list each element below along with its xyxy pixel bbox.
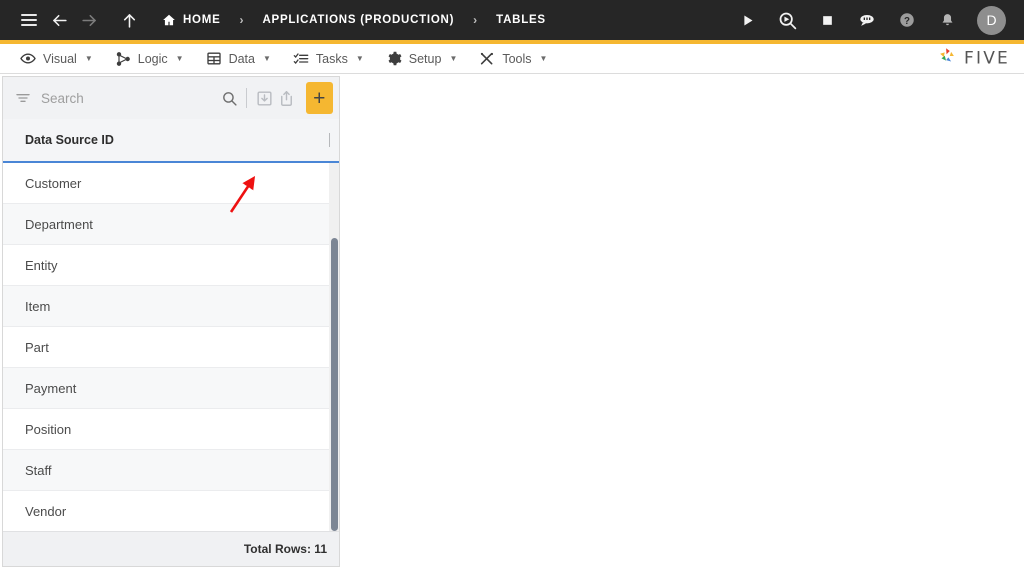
menu-label-visual: Visual bbox=[43, 51, 77, 66]
breadcrumb-separator: › bbox=[239, 13, 244, 27]
notifications-bell-icon[interactable] bbox=[935, 8, 959, 32]
breadcrumb-label-home: HOME bbox=[183, 14, 221, 26]
content-area: + Data Source ID Customer Department Ent… bbox=[0, 74, 1024, 569]
cell-data-source-id: Part bbox=[25, 339, 49, 355]
nodes-icon bbox=[115, 51, 131, 67]
arrow-up-icon[interactable] bbox=[114, 5, 144, 35]
tools-icon bbox=[479, 51, 495, 67]
cell-data-source-id: Position bbox=[25, 421, 72, 437]
checklist-icon bbox=[293, 51, 309, 67]
debug-icon[interactable] bbox=[775, 8, 799, 32]
breadcrumb-item-home[interactable]: HOME bbox=[160, 13, 223, 27]
table-column-header[interactable]: Data Source ID bbox=[3, 119, 339, 163]
menu-label-data: Data bbox=[228, 51, 255, 66]
table-row[interactable]: Entity bbox=[3, 245, 339, 286]
brand-logo: FIVE bbox=[936, 45, 1010, 72]
menu-item-setup[interactable]: Setup ▼ bbox=[378, 44, 472, 73]
cell-data-source-id: Entity bbox=[25, 257, 58, 273]
cell-data-source-id: Department bbox=[25, 216, 93, 232]
total-rows-label: Total Rows: 11 bbox=[243, 542, 327, 556]
chevron-down-icon: ▼ bbox=[355, 54, 364, 63]
breadcrumb: HOME › APPLICATIONS (PRODUCTION) › TABLE… bbox=[160, 13, 548, 27]
search-input[interactable] bbox=[31, 90, 218, 106]
avatar[interactable]: D bbox=[977, 5, 1006, 35]
table-row[interactable]: Staff bbox=[3, 450, 339, 491]
top-nav-controls: HOME › APPLICATIONS (PRODUCTION) › TABLE… bbox=[14, 5, 548, 35]
data-sources-panel: + Data Source ID Customer Department Ent… bbox=[2, 76, 340, 567]
menu-item-data[interactable]: Data ▼ bbox=[198, 44, 285, 73]
cell-data-source-id: Vendor bbox=[25, 503, 67, 519]
help-icon[interactable]: ? bbox=[895, 8, 919, 32]
arrow-left-icon[interactable] bbox=[44, 5, 74, 35]
filter-icon[interactable] bbox=[15, 89, 31, 107]
export-icon[interactable] bbox=[275, 85, 297, 111]
menu-item-visual[interactable]: Visual ▼ bbox=[12, 44, 107, 73]
table-row[interactable]: Position bbox=[3, 409, 339, 450]
cell-data-source-id: Staff bbox=[25, 462, 52, 478]
menu-label-logic: Logic bbox=[137, 51, 168, 66]
breadcrumb-item-applications[interactable]: APPLICATIONS (PRODUCTION) bbox=[261, 14, 457, 26]
home-icon bbox=[162, 13, 176, 27]
cell-data-source-id: Item bbox=[25, 298, 51, 314]
menu-label-tasks: Tasks bbox=[315, 51, 348, 66]
brand-name: FIVE bbox=[964, 48, 1010, 69]
main-menu-bar: Visual ▼ Logic ▼ Data ▼ Tasks ▼ Setup ▼ bbox=[0, 44, 1024, 74]
stop-icon[interactable] bbox=[815, 8, 839, 32]
menu-label-setup: Setup bbox=[408, 51, 442, 66]
breadcrumb-label-applications: APPLICATIONS (PRODUCTION) bbox=[262, 14, 455, 26]
cell-data-source-id: Customer bbox=[25, 175, 82, 191]
run-icon[interactable] bbox=[735, 8, 759, 32]
vertical-scrollbar[interactable] bbox=[329, 163, 339, 531]
toolbar-divider bbox=[246, 88, 248, 108]
import-icon[interactable] bbox=[253, 85, 275, 111]
scrollbar-thumb[interactable] bbox=[331, 238, 338, 531]
table-row[interactable]: Department bbox=[3, 204, 339, 245]
table-row[interactable]: Vendor bbox=[3, 491, 339, 531]
chat-bot-icon[interactable] bbox=[855, 8, 879, 32]
table-row[interactable]: Item bbox=[3, 286, 339, 327]
gear-icon bbox=[386, 51, 402, 67]
chevron-down-icon: ▼ bbox=[449, 54, 458, 63]
add-button[interactable]: + bbox=[305, 82, 333, 114]
chevron-down-icon: ▼ bbox=[175, 54, 184, 63]
arrow-right-icon[interactable] bbox=[74, 5, 104, 35]
cell-data-source-id: Payment bbox=[25, 380, 77, 396]
top-navigation-bar: HOME › APPLICATIONS (PRODUCTION) › TABLE… bbox=[0, 0, 1024, 40]
table-footer: Total Rows: 11 bbox=[3, 531, 339, 566]
list-toolbar: + bbox=[3, 77, 339, 119]
top-nav-actions: ? D bbox=[735, 5, 1012, 35]
column-header-label: Data Source ID bbox=[25, 133, 114, 147]
five-pinwheel-icon bbox=[936, 45, 958, 72]
table-body: Customer Department Entity Item Part Pay… bbox=[3, 163, 339, 531]
table-grid-icon bbox=[206, 51, 222, 67]
table-row[interactable]: Part bbox=[3, 327, 339, 368]
chevron-down-icon: ▼ bbox=[84, 54, 93, 63]
menu-item-tasks[interactable]: Tasks ▼ bbox=[285, 44, 378, 73]
eye-icon bbox=[20, 51, 36, 67]
hamburger-icon[interactable] bbox=[14, 5, 44, 35]
breadcrumb-item-tables[interactable]: TABLES bbox=[494, 14, 548, 26]
menu-label-tools: Tools bbox=[502, 51, 532, 66]
table-row[interactable]: Payment bbox=[3, 368, 339, 409]
magnifier-icon[interactable] bbox=[218, 85, 240, 111]
breadcrumb-label-tables: TABLES bbox=[496, 14, 546, 26]
breadcrumb-separator: › bbox=[473, 13, 478, 27]
menu-item-tools[interactable]: Tools ▼ bbox=[471, 44, 561, 73]
svg-text:?: ? bbox=[904, 16, 910, 27]
column-resize-handle[interactable] bbox=[329, 133, 330, 147]
chevron-down-icon: ▼ bbox=[262, 54, 271, 63]
chevron-down-icon: ▼ bbox=[539, 54, 548, 63]
table-row[interactable]: Customer bbox=[3, 163, 339, 204]
menu-item-logic[interactable]: Logic ▼ bbox=[107, 44, 198, 73]
